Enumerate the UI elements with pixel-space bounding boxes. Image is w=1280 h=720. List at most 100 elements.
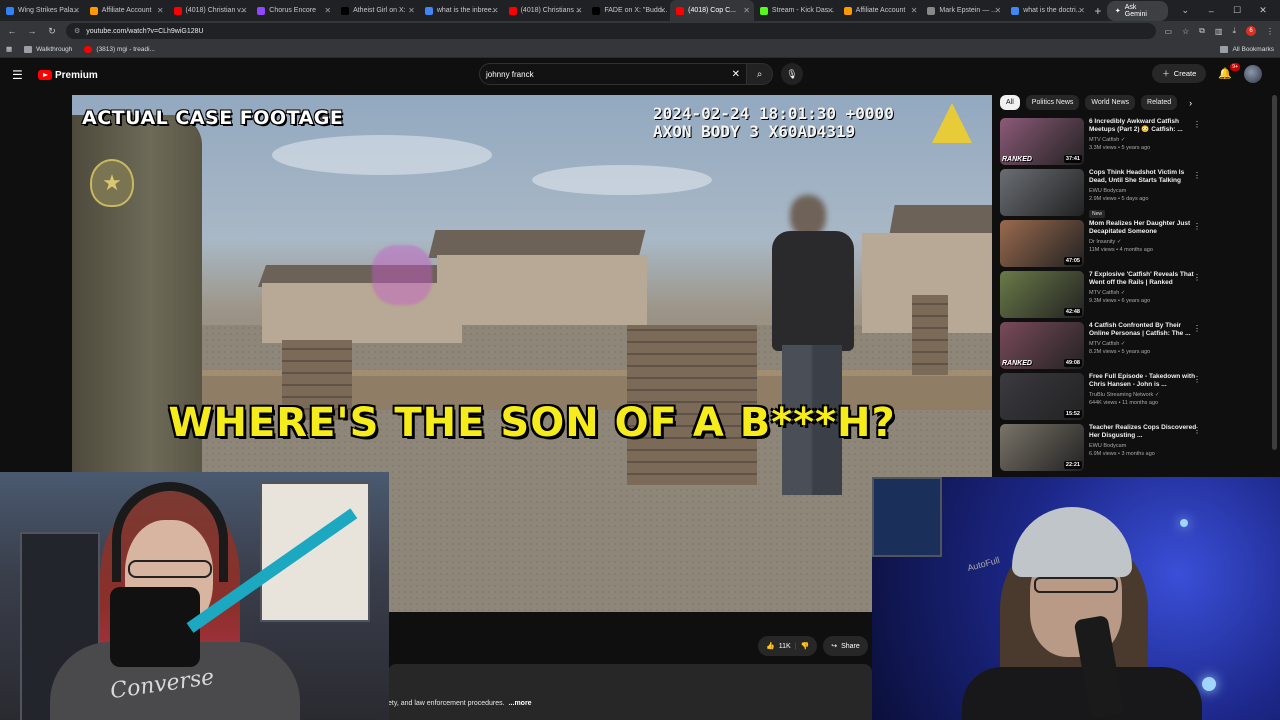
create-button[interactable]: ＋ Create <box>1152 64 1207 83</box>
tab-close-icon[interactable]: ✕ <box>241 6 248 15</box>
video-title[interactable]: Mom Realizes Her Daughter Just Decapitat… <box>1089 220 1197 236</box>
related-video-item[interactable]: 47:05 Mom Realizes Her Daughter Just Deca… <box>1000 220 1205 271</box>
channel-name[interactable]: MTV Catfish ✓ <box>1089 137 1197 143</box>
video-thumbnail[interactable]: RANKED 37:41 <box>1000 118 1084 165</box>
video-title[interactable]: Cops Think Headshot Victim Is Dead, Unti… <box>1089 169 1197 185</box>
browser-tab[interactable]: Chorus Encore ✕ <box>251 0 335 21</box>
browser-tab[interactable]: (4018) Christian v... ✕ <box>168 0 252 21</box>
related-video-item[interactable]: 15:52 Free Full Episode - Takedown with C… <box>1000 373 1205 424</box>
browser-tab[interactable]: (4018) Christians ... ✕ <box>503 0 587 21</box>
video-thumbnail[interactable]: 42:48 <box>1000 271 1084 318</box>
tab-close-icon[interactable]: ✕ <box>73 6 80 15</box>
forward-icon[interactable]: → <box>26 26 38 36</box>
url-input[interactable]: ⚙ youtube.com/watch?v=CLh9wiG128U <box>66 23 1157 39</box>
maximize-icon[interactable]: ☐ <box>1228 5 1246 16</box>
reload-icon[interactable]: ↻ <box>46 26 58 37</box>
bookmark-walkthrough[interactable]: Walkthrough <box>24 45 72 53</box>
ask-gemini-button[interactable]: ✦ Ask Gemini <box>1106 0 1169 21</box>
tab-close-icon[interactable]: ✕ <box>1078 6 1085 15</box>
video-thumbnail[interactable]: RANKED 49:08 <box>1000 322 1084 369</box>
youtube-logo[interactable]: Premium <box>38 70 98 81</box>
filter-chip[interactable]: All <box>1000 95 1020 110</box>
filter-chip[interactable]: World News <box>1085 95 1136 110</box>
downloads-icon[interactable]: ⤓ <box>1232 26 1236 36</box>
tab-close-icon[interactable]: ✕ <box>492 6 499 15</box>
browser-tab[interactable]: Affiliate Account ✕ <box>838 0 922 21</box>
site-info-icon[interactable]: ⚙ <box>74 27 80 35</box>
tab-close-icon[interactable]: ✕ <box>743 6 750 15</box>
tab-search-icon[interactable]: ⌄ <box>1176 5 1194 16</box>
profile-avatar[interactable]: 6 <box>1246 26 1256 36</box>
bookmark-star-icon[interactable]: ☆ <box>1182 27 1189 36</box>
thumbs-down-icon[interactable]: 👎 <box>800 642 809 650</box>
channel-name[interactable]: Dr Insanity ✓ <box>1089 239 1197 245</box>
related-video-item[interactable]: 22:21 Teacher Realizes Cops Discovered He… <box>1000 424 1205 475</box>
more-options-icon[interactable]: ⋮ <box>1193 324 1201 333</box>
video-thumbnail[interactable]: 22:21 <box>1000 424 1084 471</box>
tab-close-icon[interactable]: ✕ <box>408 6 415 15</box>
browser-tab[interactable]: FADE on X: "Budd... ✕ <box>586 0 670 21</box>
apps-icon[interactable]: ▦ <box>6 45 12 53</box>
related-video-item[interactable]: 42:48 7 Explosive 'Catfish' Reveals That … <box>1000 271 1205 322</box>
new-tab-icon[interactable]: + <box>1089 4 1107 18</box>
show-more-link[interactable]: ...more <box>509 700 532 707</box>
bookmark-youtube[interactable]: (3813) mgi - treadi... <box>84 45 155 53</box>
channel-name[interactable]: MTV Catfish ✓ <box>1089 290 1197 296</box>
tab-close-icon[interactable]: ✕ <box>324 6 331 15</box>
like-button[interactable]: 👍 11K | 👎 <box>758 636 818 656</box>
description-box[interactable]: ety, and law enforcement procedures. ...m… <box>388 664 872 720</box>
all-bookmarks[interactable]: All Bookmarks <box>1220 45 1274 53</box>
back-icon[interactable]: ← <box>6 26 18 36</box>
account-avatar[interactable] <box>1244 64 1262 83</box>
related-video-item[interactable]: Cops Think Headshot Victim Is Dead, Unti… <box>1000 169 1205 220</box>
browser-tab[interactable]: Affiliate Account ✕ <box>84 0 168 21</box>
tab-close-icon[interactable]: ✕ <box>994 6 1001 15</box>
video-title[interactable]: 7 Explosive 'Catfish' Reveals That Went … <box>1089 271 1197 287</box>
minimize-icon[interactable]: – <box>1202 6 1220 16</box>
tab-close-icon[interactable]: ✕ <box>659 6 666 15</box>
more-options-icon[interactable]: ⋮ <box>1193 273 1201 282</box>
tab-close-icon[interactable]: ✕ <box>157 6 164 15</box>
more-options-icon[interactable]: ⋮ <box>1193 426 1201 435</box>
video-title[interactable]: Teacher Realizes Cops Discovered Her Dis… <box>1089 424 1197 440</box>
video-title[interactable]: 6 Incredibly Awkward Catfish Meetups (Pa… <box>1089 118 1197 134</box>
browser-tab[interactable]: what is the inbree... ✕ <box>419 0 503 21</box>
voice-search-button[interactable]: 🎙 <box>781 63 803 85</box>
more-options-icon[interactable]: ⋮ <box>1193 120 1201 129</box>
search-input[interactable]: johnny franck ✕ <box>479 63 747 85</box>
more-options-icon[interactable]: ⋮ <box>1193 171 1201 180</box>
tab-close-icon[interactable]: ✕ <box>827 6 834 15</box>
browser-tab[interactable]: Stream - Kick Das... ✕ <box>754 0 838 21</box>
related-video-item[interactable]: RANKED 49:08 4 Catfish Confronted By Their… <box>1000 322 1205 373</box>
filter-chip[interactable]: Related <box>1141 95 1178 110</box>
browser-tab[interactable]: (4018) Cop C... ✕ <box>670 0 754 21</box>
video-thumbnail[interactable] <box>1000 169 1084 216</box>
video-title[interactable]: 4 Catfish Confronted By Their Online Per… <box>1089 322 1197 338</box>
clear-search-icon[interactable]: ✕ <box>732 69 740 80</box>
chevron-right-icon[interactable]: › <box>1189 98 1192 108</box>
video-thumbnail[interactable]: 15:52 <box>1000 373 1084 420</box>
notifications-button[interactable]: 🔔 9+ <box>1218 63 1240 80</box>
share-button[interactable]: ↪ Share <box>823 636 868 656</box>
search-button[interactable]: ⌕ <box>747 63 773 85</box>
sidepanel-icon[interactable]: ▥ <box>1215 27 1223 36</box>
close-window-icon[interactable]: ✕ <box>1254 5 1272 16</box>
related-video-item[interactable]: RANKED 37:41 6 Incredibly Awkward Catfish … <box>1000 118 1205 169</box>
page-scrollbar[interactable] <box>1272 95 1277 450</box>
extensions-icon[interactable]: ⧉ <box>1199 26 1205 36</box>
filter-chip[interactable]: Politics News <box>1025 95 1080 110</box>
hamburger-menu-icon[interactable]: ☰ <box>12 68 26 82</box>
video-thumbnail[interactable]: 47:05 <box>1000 220 1084 267</box>
video-title[interactable]: Free Full Episode - Takedown with Chris … <box>1089 373 1197 389</box>
channel-name[interactable]: EWU Bodycam <box>1089 188 1197 194</box>
tab-close-icon[interactable]: ✕ <box>576 6 583 15</box>
tab-close-icon[interactable]: ✕ <box>911 6 918 15</box>
menu-icon[interactable]: ⋮ <box>1266 27 1274 36</box>
channel-name[interactable]: MTV Catfish ✓ <box>1089 341 1197 347</box>
browser-tab[interactable]: Wing Strikes Pala... ✕ <box>0 0 84 21</box>
more-options-icon[interactable]: ⋮ <box>1193 375 1201 384</box>
browser-tab[interactable]: what is the doctri... ✕ <box>1005 0 1089 21</box>
channel-name[interactable]: EWU Bodycam <box>1089 443 1197 449</box>
more-options-icon[interactable]: ⋮ <box>1193 222 1201 231</box>
browser-tab[interactable]: Atheist Girl on X: ✕ <box>335 0 419 21</box>
